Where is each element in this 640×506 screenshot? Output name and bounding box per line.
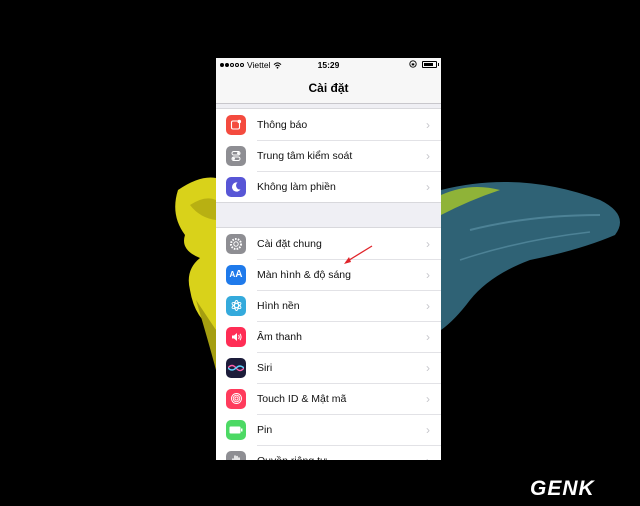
settings-row-label: Hình nền [257, 299, 300, 312]
settings-row-man-hinh-do-sang[interactable]: AA Màn hình & độ sáng › [216, 259, 441, 290]
settings-row-siri[interactable]: Siri › [216, 352, 441, 383]
hand-icon [226, 450, 246, 460]
settings-row-am-thanh[interactable]: Âm thanh › [216, 321, 441, 352]
settings-row-label: Không làm phiền [257, 180, 336, 193]
genk-logo: GENK [530, 477, 596, 500]
status-time: 15:29 [317, 60, 340, 70]
chevron-right-icon: › [426, 329, 430, 344]
settings-row-quyen-rieng-tu[interactable]: Quyền riêng tư› [216, 445, 441, 460]
settings-row-thong-bao[interactable]: Thông báo › [216, 109, 441, 140]
settings-row-label: Quyền riêng tư [257, 455, 423, 461]
chevron-right-icon: › [426, 298, 430, 313]
settings-group-2: Cài đặt chung › AA Màn hình & độ sáng › Hình … [216, 227, 441, 460]
settings-row-pin[interactable]: Pin › [216, 414, 441, 445]
settings-row-label: Trung tâm kiểm soát [257, 149, 353, 162]
rotation-lock-icon [409, 60, 417, 68]
status-bar: Viettel 15:29 [216, 58, 441, 73]
chevron-right-icon: › [423, 454, 433, 461]
battery-icon [422, 60, 439, 68]
settings-row-label: Thông báo [257, 118, 308, 131]
battery-icon [226, 419, 246, 440]
settings-row-cai-dat-chung[interactable]: Cài đặt chung › [216, 228, 441, 259]
chevron-right-icon: › [426, 236, 430, 251]
settings-row-trung-tam-kiem-soat[interactable]: Trung tâm kiểm soát › [216, 140, 441, 171]
settings-row-label: Siri [257, 361, 273, 374]
chevron-right-icon: › [426, 422, 430, 437]
svg-text:GENK: GENK [530, 477, 596, 500]
display-brightness-icon: AA [226, 264, 246, 285]
moon-icon [226, 176, 246, 197]
chevron-right-icon: › [426, 267, 430, 282]
annotation-arrow-icon [344, 245, 373, 264]
chevron-right-icon: › [426, 391, 430, 406]
fingerprint-icon [226, 388, 246, 409]
siri-icon [226, 357, 246, 378]
settings-row-label: Pin [257, 423, 273, 436]
control-center-icon [226, 145, 246, 166]
phone-screen: Viettel 15:29 Cài đặt Thông báo › Trung tâ… [216, 58, 441, 460]
settings-row-label: Âm thanh [257, 330, 302, 343]
chevron-right-icon: › [426, 117, 430, 132]
notifications-icon [226, 114, 246, 135]
wallpaper-icon [226, 295, 246, 316]
nav-title: Cài đặt [216, 73, 441, 104]
settings-row-label: Touch ID & Mật mã [257, 392, 347, 405]
gear-icon [226, 233, 246, 254]
settings-row-hinh-nen[interactable]: Hình nền › [216, 290, 441, 321]
settings-row-khong-lam-phien[interactable]: Không làm phiền › [216, 171, 441, 202]
settings-row-touch-id-mat-ma[interactable]: Touch ID & Mật mã › [216, 383, 441, 414]
chevron-right-icon: › [426, 360, 430, 375]
settings-row-label: Màn hình & độ sáng [257, 268, 351, 281]
chevron-right-icon: › [426, 148, 430, 163]
speaker-icon [226, 326, 246, 347]
chevron-right-icon: › [426, 179, 430, 194]
settings-group-1: Thông báo › Trung tâm kiểm soát › Không làm … [216, 108, 441, 203]
